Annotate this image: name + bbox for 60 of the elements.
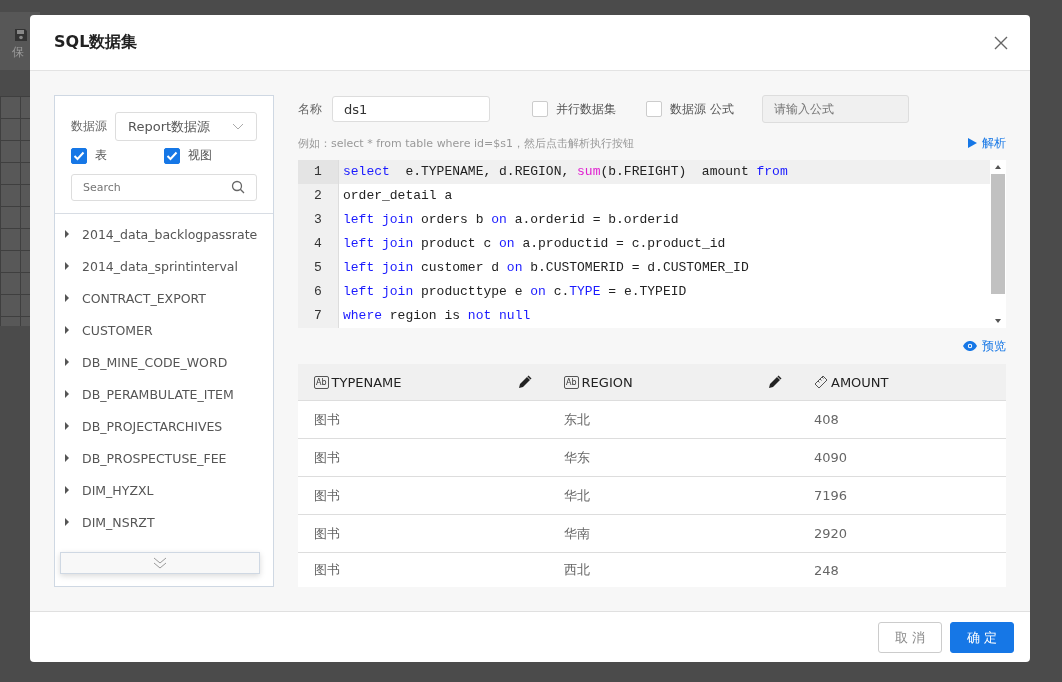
preview-button[interactable]: 预览 — [963, 338, 1006, 354]
code-line: left join product c on a.productid = c.product_id — [338, 232, 726, 256]
checkbox-label: 视图 — [188, 147, 212, 164]
table-cell: 2920 — [814, 526, 848, 541]
name-label: 名称 — [298, 100, 322, 118]
line-number: 7 — [298, 304, 338, 328]
table-cell: 图书 — [314, 448, 340, 467]
dialog-title: SQL数据集 — [54, 32, 138, 53]
code-line: left join producttype e on c.TYPE = e.TYPEID — [338, 280, 687, 304]
table-cell: 华北 — [564, 486, 590, 505]
code-line: select e.TYPENAME, d.REGION, sum(b.FREIGHT) amount from — [338, 160, 788, 184]
table-cell: 东北 — [564, 410, 590, 429]
parse-button[interactable]: 解析 — [968, 134, 1006, 152]
table-cell: 408 — [814, 412, 839, 427]
column-header: REGION — [581, 374, 633, 390]
checkbox-label: 表 — [95, 147, 107, 164]
line-number: 6 — [298, 280, 338, 304]
table-cell: 4090 — [814, 450, 848, 465]
table-item[interactable]: DB_MINE_CODE_WORD — [55, 346, 273, 378]
code-line: order_detail a — [338, 184, 453, 208]
save-label: 保 — [12, 44, 24, 61]
table-cell: 图书 — [314, 524, 340, 543]
source-label: 数据源 — [71, 118, 107, 135]
line-number: 5 — [298, 256, 338, 280]
table-item[interactable]: 2014_data_backlogpassrate — [55, 218, 273, 250]
table-item[interactable]: CUSTOMER — [55, 314, 273, 346]
code-line: left join orders b on a.orderid = b.orderid — [338, 208, 679, 232]
table-item[interactable]: DB_PROSPECTUSE_FEE — [55, 442, 273, 474]
table-item[interactable]: DIM_NSRZT — [55, 506, 273, 538]
text-type-icon: Ab — [314, 375, 329, 389]
table-cell: 华南 — [564, 524, 590, 543]
line-number: 1 — [298, 160, 338, 184]
table-cell: 7196 — [814, 488, 848, 503]
table-cell: 图书 — [314, 561, 340, 579]
code-line: left join customer d on b.CUSTOMERID = d.CUSTOMER_ID — [338, 256, 749, 280]
hint-text: 例如：select * from table where id=$s1，然后点击解析执行按钮 — [298, 135, 634, 151]
table-cell: 西北 — [564, 561, 590, 579]
table-item[interactable]: DIM_HYZXL — [55, 474, 273, 506]
table-cell: 图书 — [314, 410, 340, 429]
table-item[interactable]: 2014_data_sprintinterval — [55, 250, 273, 282]
search-field[interactable]: Search — [71, 174, 257, 201]
source-select[interactable]: Report数据源 — [115, 112, 257, 141]
table-item[interactable]: DB_PROJECTARCHIVES — [55, 410, 273, 442]
line-number: 4 — [298, 232, 338, 256]
table-cell: 248 — [814, 562, 839, 578]
checkbox-label: 数据源 公式 — [670, 100, 734, 118]
table-item[interactable]: CONTRACT_EXPORT — [55, 282, 273, 314]
code-line: where region is not null — [338, 304, 531, 328]
name-field[interactable]: ds1 — [332, 96, 490, 122]
cancel-button[interactable]: 取 消 — [878, 622, 942, 653]
text-type-icon: Ab — [564, 375, 579, 389]
table-cell: 华东 — [564, 448, 590, 467]
table-item[interactable]: DB_PERAMBULATE_ITEM — [55, 378, 273, 410]
line-number: 3 — [298, 208, 338, 232]
line-number: 2 — [298, 184, 338, 208]
table-cell: 图书 — [314, 486, 340, 505]
checkbox-label: 并行数据集 — [556, 100, 616, 118]
column-header: TYPENAME — [331, 374, 402, 390]
confirm-button[interactable]: 确 定 — [950, 622, 1014, 653]
column-header: AMOUNT — [831, 374, 889, 390]
